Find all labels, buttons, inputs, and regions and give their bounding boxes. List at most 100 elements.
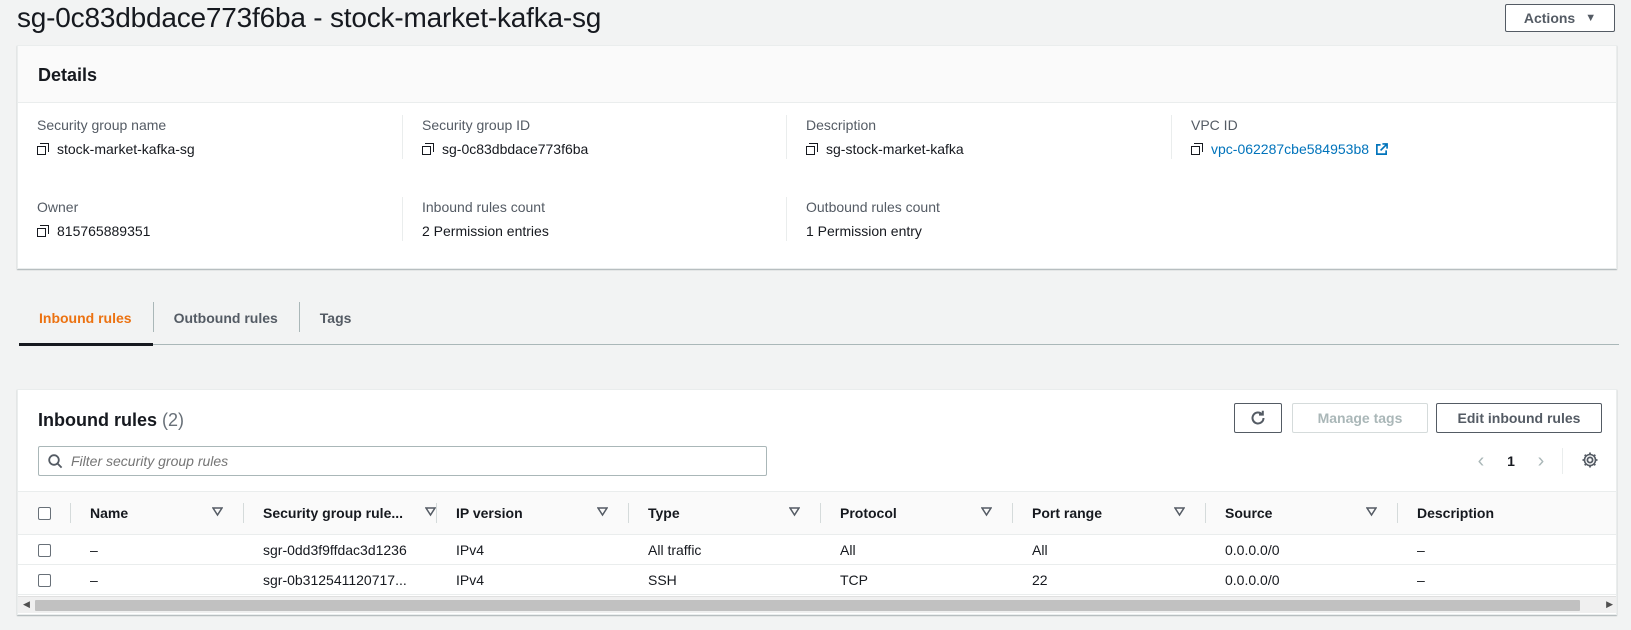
field-label: Description	[806, 117, 877, 133]
filter-field[interactable]	[38, 446, 767, 476]
vpc-id-link[interactable]: vpc-062287cbe584953b8	[1211, 141, 1369, 157]
sort-icon	[789, 507, 800, 517]
pagination: ‹ 1 ›	[1468, 448, 1563, 474]
page-number[interactable]: 1	[1494, 453, 1528, 469]
scrollbar-thumb[interactable]	[35, 600, 1580, 611]
copy-icon[interactable]	[37, 225, 49, 237]
pager-divider	[1562, 448, 1563, 474]
field-inbound-count: Inbound rules count 2 Permission entries	[422, 199, 549, 239]
actions-button[interactable]: Actions ▼	[1505, 4, 1615, 32]
field-owner: Owner 815765889351	[37, 199, 150, 239]
page-title: sg-0c83dbdace773f6ba - stock-market-kafk…	[17, 2, 602, 33]
tab-inbound-rules[interactable]: Inbound rules	[19, 297, 153, 346]
actions-button-label: Actions	[1523, 10, 1576, 26]
horizontal-scrollbar[interactable]: ◀ ▶	[18, 596, 1616, 613]
filter-input[interactable]	[71, 453, 721, 469]
field-outbound-count: Outbound rules count 1 Permission entry	[806, 199, 940, 239]
cell-ip-version: IPv4	[456, 542, 485, 558]
cell-port-range: All	[1032, 542, 1048, 558]
cell-source: 0.0.0.0/0	[1225, 572, 1280, 588]
copy-icon[interactable]	[37, 143, 49, 155]
divider	[1171, 115, 1172, 159]
column-divider	[1397, 503, 1398, 523]
sort-icon	[212, 507, 223, 517]
column-divider	[820, 503, 821, 523]
column-header-ip-version[interactable]: IP version	[456, 492, 628, 534]
details-panel: Details Security group name stock-market…	[17, 45, 1617, 269]
row-checkbox[interactable]	[38, 543, 51, 557]
field-vpc-id: VPC ID vpc-062287cbe584953b8	[1191, 117, 1388, 157]
sort-icon	[425, 507, 436, 517]
chevron-left-icon[interactable]: ‹	[1468, 450, 1494, 473]
column-divider	[436, 503, 437, 523]
field-label: VPC ID	[1191, 117, 1238, 133]
column-header-label: IP version	[456, 505, 523, 521]
field-sg-name: Security group name stock-market-kafka-s…	[37, 117, 195, 157]
column-header-protocol[interactable]: Protocol	[840, 492, 1012, 534]
field-value: sg-stock-market-kafka	[826, 141, 964, 157]
field-description: Description sg-stock-market-kafka	[806, 117, 964, 157]
column-header-port-range[interactable]: Port range	[1032, 492, 1205, 534]
divider	[402, 115, 403, 159]
divider	[786, 197, 787, 241]
caret-down-icon: ▼	[1585, 12, 1597, 24]
refresh-button[interactable]	[1234, 403, 1282, 433]
copy-icon[interactable]	[806, 143, 818, 155]
field-sg-id: Security group ID sg-0c83dbdace773f6ba	[422, 117, 588, 157]
copy-icon[interactable]	[422, 143, 434, 155]
cell-type: All traffic	[648, 542, 702, 558]
table-header: Name Security group rule... IP version T…	[18, 491, 1616, 535]
column-header-label: Security group rule...	[263, 505, 404, 521]
sort-icon	[1366, 507, 1377, 517]
select-all-checkbox[interactable]	[38, 506, 51, 520]
column-header-rule-id[interactable]: Security group rule...	[263, 492, 456, 534]
column-divider	[1012, 503, 1013, 523]
cell-ip-version: IPv4	[456, 572, 485, 588]
copy-icon[interactable]	[1191, 143, 1203, 155]
cell-source: 0.0.0.0/0	[1225, 542, 1280, 558]
cell-description: –	[1417, 542, 1425, 558]
row-checkbox[interactable]	[38, 573, 51, 587]
inbound-rules-panel: Inbound rules (2) Manage tags Edit inbou…	[17, 389, 1617, 615]
field-label: Inbound rules count	[422, 199, 545, 215]
field-label: Owner	[37, 199, 79, 215]
cell-description: –	[1417, 572, 1425, 588]
chevron-right-icon[interactable]: ›	[1528, 450, 1554, 473]
cell-protocol: All	[840, 542, 856, 558]
column-divider	[628, 503, 629, 523]
rules-count: (2)	[162, 410, 185, 430]
tab-outbound-rules[interactable]: Outbound rules	[154, 297, 299, 345]
column-header-source[interactable]: Source	[1225, 492, 1397, 534]
field-value: 1 Permission entry	[806, 223, 922, 239]
manage-tags-button[interactable]: Manage tags	[1292, 403, 1428, 433]
field-value: 2 Permission entries	[422, 223, 549, 239]
column-header-label: Port range	[1032, 505, 1103, 521]
column-header-name[interactable]: Name	[90, 492, 243, 534]
external-link-icon[interactable]	[1375, 142, 1388, 156]
table-row[interactable]: – sgr-0b312541120717... IPv4 SSH TCP 22 …	[18, 565, 1616, 595]
field-value: sg-0c83dbdace773f6ba	[442, 141, 589, 157]
column-header-label: Name	[90, 505, 129, 521]
gear-icon[interactable]	[1581, 451, 1599, 469]
field-value: 815765889351	[57, 223, 151, 239]
scroll-left-arrow-icon[interactable]: ◀	[23, 599, 30, 610]
column-header-description[interactable]: Description	[1417, 492, 1597, 534]
refresh-icon	[1251, 410, 1265, 425]
divider	[786, 115, 787, 159]
field-label: Outbound rules count	[806, 199, 940, 215]
field-label: Security group name	[37, 117, 167, 133]
column-divider	[243, 503, 244, 523]
edit-inbound-rules-button[interactable]: Edit inbound rules	[1436, 403, 1602, 433]
select-all-cell	[38, 492, 68, 534]
column-header-type[interactable]: Type	[648, 492, 820, 534]
sort-icon	[981, 507, 992, 517]
scroll-right-arrow-icon[interactable]: ▶	[1606, 599, 1613, 610]
column-header-label: Protocol	[840, 505, 897, 521]
column-divider	[70, 503, 71, 523]
rules-title: Inbound rules (2)	[38, 410, 184, 431]
details-title: Details	[18, 46, 1616, 103]
column-divider	[1205, 503, 1206, 523]
cell-type: SSH	[648, 572, 677, 588]
table-row[interactable]: – sgr-0dd3f9ffdac3d1236 IPv4 All traffic…	[18, 535, 1616, 565]
tab-tags[interactable]: Tags	[300, 297, 373, 345]
